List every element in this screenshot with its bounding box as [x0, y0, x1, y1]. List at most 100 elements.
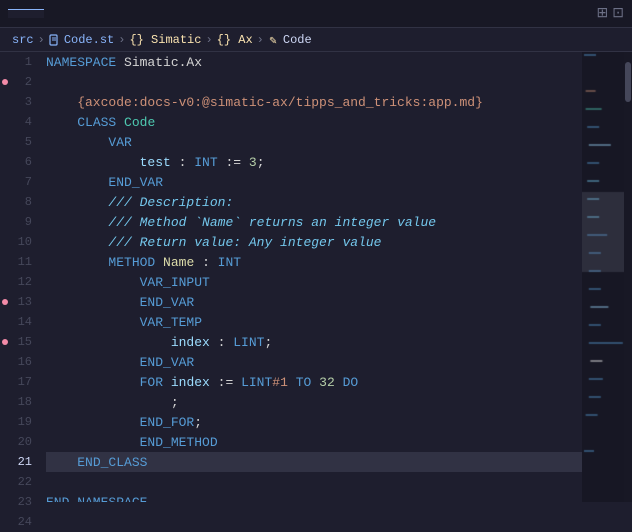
token-punct: ;	[194, 415, 202, 430]
token-ident	[46, 255, 108, 270]
editor-area: 123456789101112131415161718192021222324 …	[0, 52, 632, 502]
scrollbar-track[interactable]	[624, 52, 632, 502]
breadcrumb-sep-3: ›	[205, 33, 212, 47]
breadcrumb-sep-1: ›	[38, 33, 45, 47]
token-num: 3	[249, 155, 257, 170]
code-line-5: VAR	[46, 132, 582, 152]
token-kw: END_VAR	[140, 355, 195, 370]
token-comment-doc: /// Description:	[108, 195, 233, 210]
token-ident: Simatic.Ax	[116, 55, 202, 70]
code-line-15: index : LINT;	[46, 332, 582, 352]
token-punct: ;	[171, 395, 179, 410]
code-line-1: NAMESPACE Simatic.Ax	[46, 52, 582, 72]
token-punct: :	[210, 335, 233, 350]
svg-text:✎: ✎	[269, 36, 277, 46]
token-kw: CLASS	[77, 115, 116, 130]
line-number-7: 7	[0, 172, 42, 192]
title-bar-icons: ⊞ ⊡	[597, 5, 624, 22]
token-ident	[46, 275, 140, 290]
line-number-6: 6	[0, 152, 42, 172]
token-var-name: index	[171, 375, 210, 390]
token-ident	[46, 235, 108, 250]
token-type: LINT	[233, 335, 264, 350]
token-type: INT	[218, 255, 241, 270]
line-number-3: 3	[0, 92, 42, 112]
line-number-11: 11	[0, 252, 42, 272]
editor-tab[interactable]	[8, 9, 44, 18]
token-punct: :=	[210, 375, 241, 390]
code-line-21: END_CLASS	[46, 452, 582, 472]
token-orange: #1	[272, 375, 288, 390]
token-kw: END_VAR	[140, 295, 195, 310]
breadcrumb-src[interactable]: src	[12, 33, 34, 47]
code-line-6: test : INT := 3;	[46, 152, 582, 172]
token-ident	[46, 295, 140, 310]
token-ident	[46, 215, 108, 230]
token-ident	[46, 195, 108, 210]
split-editor-icon[interactable]: ⊞	[597, 5, 609, 22]
token-class-name: Code	[124, 115, 155, 130]
code-line-7: END_VAR	[46, 172, 582, 192]
token-kw: END_FOR	[140, 415, 195, 430]
token-comment-doc: /// Return value: Any integer value	[108, 235, 381, 250]
token-ident	[311, 375, 319, 390]
token-ident	[46, 455, 77, 470]
code-line-3: {axcode:docs-v0:@simatic-ax/tipps_and_tr…	[46, 92, 582, 112]
token-ident	[46, 155, 140, 170]
token-ident	[46, 175, 108, 190]
line-number-4: 4	[0, 112, 42, 132]
token-ident	[46, 415, 140, 430]
token-var-name: index	[171, 335, 210, 350]
breadcrumb: src › Code.st › {} Simatic › {} Ax › ✎ C…	[0, 28, 632, 52]
code-line-23: END_NAMESPACE	[46, 492, 582, 502]
line-number-19: 19	[0, 412, 42, 432]
token-kw: VAR_INPUT	[140, 275, 210, 290]
token-kw: END_NAMESPACE	[46, 495, 147, 503]
token-var-name: test	[140, 155, 171, 170]
line-number-22: 22	[0, 472, 42, 492]
line-number-21: 21	[0, 452, 42, 472]
token-ident	[46, 435, 140, 450]
code-content[interactable]: NAMESPACE Simatic.Ax {axcode:docs-v0:@si…	[42, 52, 582, 502]
code-line-19: END_FOR;	[46, 412, 582, 432]
token-ident	[46, 115, 77, 130]
token-comment-doc: /// Method `Name` returns an integer val…	[108, 215, 436, 230]
token-ident	[46, 395, 171, 410]
token-ident	[163, 375, 171, 390]
line-number-18: 18	[0, 392, 42, 412]
token-ident	[46, 375, 140, 390]
breadcrumb-ax[interactable]: {} Ax	[217, 33, 253, 47]
line-number-12: 12	[0, 272, 42, 292]
token-ident	[335, 375, 343, 390]
more-actions-icon[interactable]: ⊡	[612, 5, 624, 22]
code-line-22	[46, 472, 582, 492]
breadcrumb-code[interactable]: ✎ Code	[268, 33, 312, 47]
line-number-13: 13	[0, 292, 42, 312]
line-number-15: 15	[0, 332, 42, 352]
token-ident	[46, 315, 140, 330]
line-number-17: 17	[0, 372, 42, 392]
code-line-10: /// Return value: Any integer value	[46, 232, 582, 252]
line-number-24: 24	[0, 512, 42, 532]
token-punct: :	[171, 155, 194, 170]
code-line-13: END_VAR	[46, 292, 582, 312]
scrollbar-thumb[interactable]	[625, 62, 631, 102]
line-number-1: 1	[0, 52, 42, 72]
line-number-20: 20	[0, 432, 42, 452]
breakpoint-dot	[2, 339, 8, 345]
code-line-4: CLASS Code	[46, 112, 582, 132]
token-ident	[46, 335, 171, 350]
token-kw: FOR	[140, 375, 163, 390]
token-punct: ;	[257, 155, 265, 170]
code-line-8: /// Description:	[46, 192, 582, 212]
token-punct: :=	[218, 155, 249, 170]
token-kw: DO	[343, 375, 359, 390]
line-number-23: 23	[0, 492, 42, 512]
code-line-14: VAR_TEMP	[46, 312, 582, 332]
code-line-20: END_METHOD	[46, 432, 582, 452]
breadcrumb-file[interactable]: Code.st	[49, 33, 114, 47]
breadcrumb-simatic[interactable]: {} Simatic	[129, 33, 201, 47]
breadcrumb-sep-2: ›	[118, 33, 125, 47]
code-line-9: /// Method `Name` returns an integer val…	[46, 212, 582, 232]
code-line-12: VAR_INPUT	[46, 272, 582, 292]
